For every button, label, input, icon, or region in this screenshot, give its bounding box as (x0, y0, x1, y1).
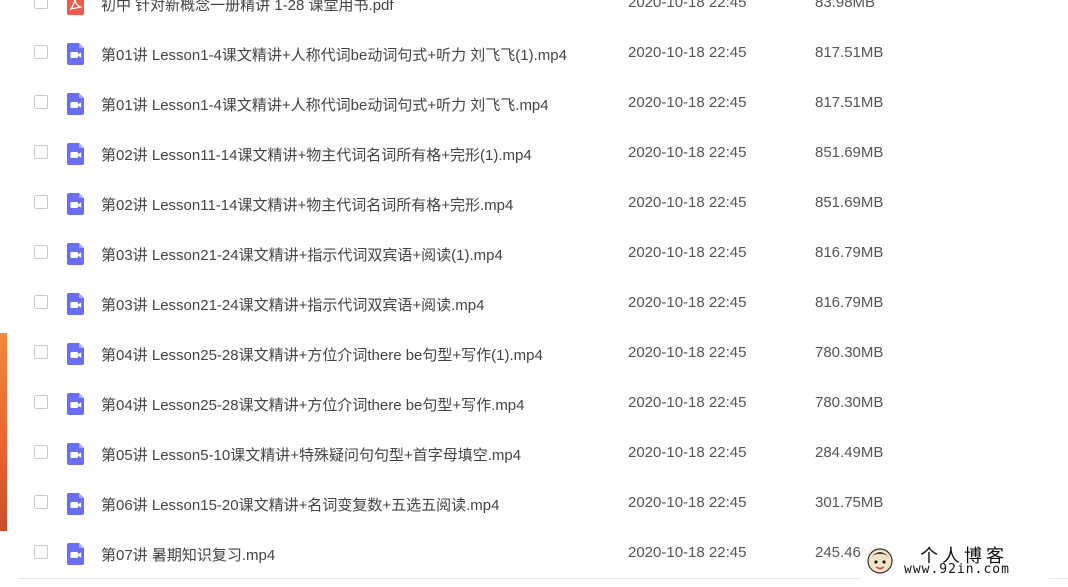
file-row[interactable]: 第03讲 Lesson21-24课文精讲+指示代词双宾语+阅读(1).mp4 20… (0, 228, 1068, 278)
file-date: 2020-10-18 22:45 (628, 444, 747, 461)
file-row[interactable]: 第01讲 Lesson1-4课文精讲+人称代词be动词句式+听力 刘飞飞(1).… (0, 28, 1068, 78)
file-size: 851.69MB (815, 144, 884, 161)
pdf-file-icon (67, 0, 84, 15)
avatar-icon (867, 548, 893, 574)
file-date: 2020-10-18 22:45 (628, 0, 747, 11)
file-name[interactable]: 第03讲 Lesson21-24课文精讲+指示代词双宾语+阅读.mp4 (101, 294, 484, 315)
row-checkbox[interactable] (34, 345, 48, 359)
file-row[interactable]: 第04讲 Lesson25-28课文精讲+方位介词there be句型+写作(1… (0, 328, 1068, 378)
file-date: 2020-10-18 22:45 (628, 294, 747, 311)
row-checkbox[interactable] (34, 95, 48, 109)
file-size: 816.79MB (815, 294, 884, 311)
file-date: 2020-10-18 22:45 (628, 394, 747, 411)
row-checkbox[interactable] (34, 295, 48, 309)
file-date: 2020-10-18 22:45 (628, 344, 747, 361)
video-file-icon (67, 293, 84, 315)
file-date: 2020-10-18 22:45 (628, 494, 747, 511)
file-name[interactable]: 第01讲 Lesson1-4课文精讲+人称代词be动词句式+听力 刘飞飞(1).… (101, 44, 567, 65)
video-file-icon (67, 143, 84, 165)
row-checkbox[interactable] (34, 145, 48, 159)
file-name[interactable]: 第04讲 Lesson25-28课文精讲+方位介词there be句型+写作(1… (101, 344, 543, 365)
row-checkbox[interactable] (34, 395, 48, 409)
file-size: 816.79MB (815, 244, 884, 261)
video-file-icon (67, 543, 84, 565)
video-file-icon (67, 343, 84, 365)
file-row[interactable]: 第05讲 Lesson5-10课文精讲+特殊疑问句句型+首字母填空.mp4 202… (0, 428, 1068, 478)
watermark: 个人博客 www.92in.com (860, 543, 1050, 579)
file-name[interactable]: 第04讲 Lesson25-28课文精讲+方位介词there be句型+写作.m… (101, 394, 525, 415)
file-size: 780.30MB (815, 344, 884, 361)
file-date: 2020-10-18 22:45 (628, 94, 747, 111)
file-name[interactable]: 第02讲 Lesson11-14课文精讲+物主代词名词所有格+完形.mp4 (101, 194, 513, 215)
file-row[interactable]: 初中 针对新概念一册精讲 1-28 课堂用书.pdf 2020-10-18 22:… (0, 0, 1068, 28)
file-name[interactable]: 第05讲 Lesson5-10课文精讲+特殊疑问句句型+首字母填空.mp4 (101, 444, 521, 465)
video-file-icon (67, 43, 84, 65)
file-date: 2020-10-18 22:45 (628, 44, 747, 61)
file-list: 初中 针对新概念一册精讲 1-28 课堂用书.pdf 2020-10-18 22:… (0, 0, 1068, 578)
video-file-icon (67, 443, 84, 465)
video-file-icon (67, 93, 84, 115)
file-size: 301.75MB (815, 494, 884, 511)
file-name[interactable]: 第01讲 Lesson1-4课文精讲+人称代词be动词句式+听力 刘飞飞.mp4 (101, 94, 549, 115)
file-name[interactable]: 第03讲 Lesson21-24课文精讲+指示代词双宾语+阅读(1).mp4 (101, 244, 503, 265)
file-row[interactable]: 第01讲 Lesson1-4课文精讲+人称代词be动词句式+听力 刘飞飞.mp4… (0, 78, 1068, 128)
file-row[interactable]: 第03讲 Lesson21-24课文精讲+指示代词双宾语+阅读.mp4 2020-… (0, 278, 1068, 328)
video-file-icon (67, 393, 84, 415)
file-size: 851.69MB (815, 194, 884, 211)
file-date: 2020-10-18 22:45 (628, 244, 747, 261)
file-size: 83.98MB (815, 0, 876, 11)
row-checkbox[interactable] (34, 445, 48, 459)
row-checkbox[interactable] (34, 0, 48, 9)
row-checkbox[interactable] (34, 45, 48, 59)
file-date: 2020-10-18 22:45 (628, 544, 747, 561)
video-file-icon (67, 243, 84, 265)
video-file-icon (67, 193, 84, 215)
file-size: 817.51MB (815, 94, 884, 111)
file-date: 2020-10-18 22:45 (628, 144, 747, 161)
watermark-url: www.92in.com (904, 562, 1010, 577)
row-checkbox[interactable] (34, 545, 48, 559)
file-row[interactable]: 第02讲 Lesson11-14课文精讲+物主代词名词所有格+完形(1).mp4… (0, 128, 1068, 178)
file-row[interactable]: 第02讲 Lesson11-14课文精讲+物主代词名词所有格+完形.mp4 202… (0, 178, 1068, 228)
file-row[interactable]: 第04讲 Lesson25-28课文精讲+方位介词there be句型+写作.m… (0, 378, 1068, 428)
file-row[interactable]: 第06讲 Lesson15-20课文精讲+名词变复数+五选五阅读.mp4 2020… (0, 478, 1068, 528)
row-checkbox[interactable] (34, 245, 48, 259)
file-size: 817.51MB (815, 44, 884, 61)
row-checkbox[interactable] (34, 495, 48, 509)
file-name[interactable]: 第02讲 Lesson11-14课文精讲+物主代词名词所有格+完形(1).mp4 (101, 144, 532, 165)
file-name[interactable]: 第06讲 Lesson15-20课文精讲+名词变复数+五选五阅读.mp4 (101, 494, 499, 515)
file-size: 284.49MB (815, 444, 884, 461)
file-size: 780.30MB (815, 394, 884, 411)
video-file-icon (67, 493, 84, 515)
file-date: 2020-10-18 22:45 (628, 194, 747, 211)
row-checkbox[interactable] (34, 195, 48, 209)
file-name[interactable]: 第07讲 暑期知识复习.mp4 (101, 544, 275, 565)
file-name[interactable]: 初中 针对新概念一册精讲 1-28 课堂用书.pdf (101, 0, 394, 15)
